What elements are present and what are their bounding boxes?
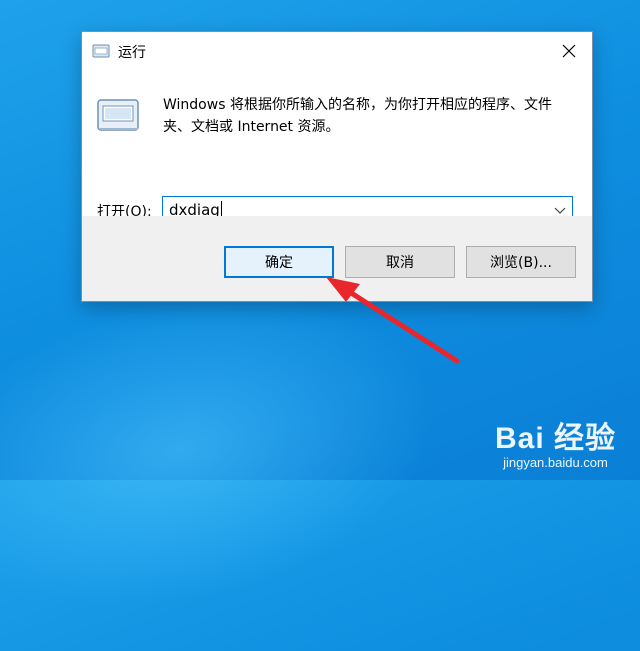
baidu-watermark: Bai 经验 jingyan.baidu.com — [495, 413, 616, 470]
run-app-icon — [92, 44, 110, 58]
dialog-body: Windows 将根据你所输入的名称，为你打开相应的程序、文件夹、文档或 Int… — [82, 70, 592, 224]
window-title: 运行 — [118, 45, 146, 61]
button-bar: 确定 取消 浏览(B)... — [82, 216, 592, 301]
run-large-icon — [97, 99, 139, 131]
watermark-url: jingyan.baidu.com — [503, 455, 608, 470]
close-icon — [562, 44, 576, 58]
title-bar[interactable]: 运行 — [82, 32, 592, 70]
browse-button[interactable]: 浏览(B)... — [466, 246, 576, 278]
close-button[interactable] — [546, 32, 592, 70]
dialog-description: Windows 将根据你所输入的名称，为你打开相应的程序、文件夹、文档或 Int… — [163, 97, 552, 135]
ok-button[interactable]: 确定 — [224, 246, 334, 278]
chevron-down-icon[interactable] — [554, 205, 566, 215]
cancel-button[interactable]: 取消 — [345, 246, 455, 278]
watermark-brand: Bai 经验 — [494, 422, 616, 455]
run-dialog: 运行 Windows 将根据你所输入的名称，为你打开相应的程序、文件夹、文档或 … — [81, 31, 593, 302]
desktop-glow — [0, 249, 466, 651]
